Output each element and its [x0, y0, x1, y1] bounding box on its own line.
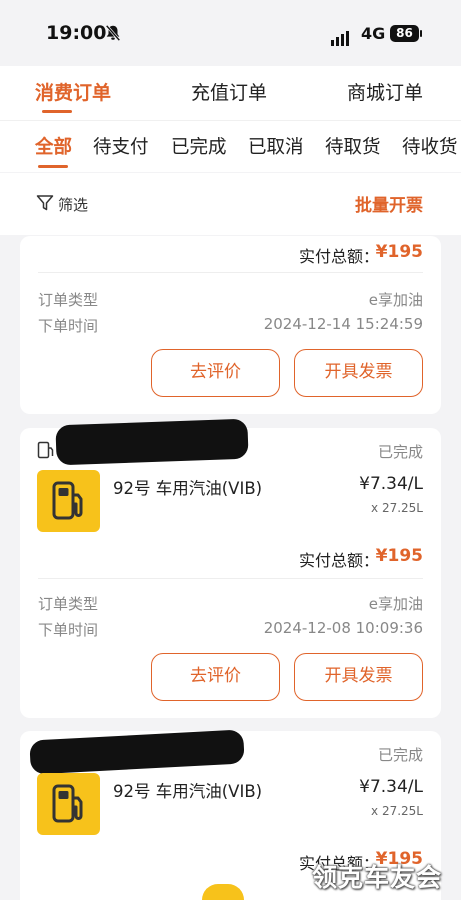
quantity: x 27.25L: [371, 804, 423, 818]
order-card[interactable]: 已完成 92号 车用汽油(VIB) ¥7.34/L x 27.25L 实付总额：…: [20, 418, 441, 718]
watermark: 领克车友会: [312, 863, 443, 892]
status-bar: 19:00 4G 86: [0, 0, 461, 66]
active-tab-indicator: [42, 110, 72, 113]
tab-cancelled[interactable]: 已取消: [248, 133, 304, 159]
fuel-thumbnail: [37, 470, 100, 532]
review-button[interactable]: 去评价: [151, 349, 280, 397]
invoice-button[interactable]: 开具发票: [294, 653, 423, 701]
signal-icon: [331, 27, 351, 46]
fuel-pump-icon: [52, 481, 83, 520]
order-time-label: 下单时间: [38, 317, 99, 335]
battery-icon: 86: [390, 25, 419, 42]
divider: [38, 272, 423, 273]
tab-completed[interactable]: 已完成: [171, 133, 227, 159]
order-type-value: e享加油: [368, 291, 423, 309]
total-label: 实付总额：: [298, 247, 379, 266]
total-label: 实付总额：: [298, 551, 379, 570]
total-amount: ¥195: [375, 242, 423, 262]
product-name: 92号 车用汽油(VIB): [113, 479, 263, 498]
filter-bar: 筛选 批量开票: [0, 173, 461, 235]
total-amount: ¥195: [375, 546, 423, 566]
order-status-tabs: 全部 待支付 已完成 已取消 待取货 待收货: [0, 120, 461, 172]
fuel-pump-icon: [52, 784, 83, 823]
quantity: x 27.25L: [371, 501, 423, 515]
battery-tip: [420, 30, 422, 37]
network-type: 4G: [361, 24, 386, 43]
active-status-indicator: [38, 165, 68, 168]
gas-station-icon: [37, 441, 54, 459]
floating-action-tab[interactable]: [202, 884, 244, 900]
order-type-label: 订单类型: [38, 595, 99, 613]
unit-price: ¥7.34/L: [359, 474, 423, 494]
review-button[interactable]: 去评价: [151, 653, 280, 701]
divider: [38, 578, 423, 579]
order-category-tabs: 消费订单 充值订单 商城订单: [0, 66, 461, 120]
order-status: 已完成: [377, 443, 423, 461]
tab-recharge-orders[interactable]: 充值订单: [191, 78, 267, 105]
order-card: 实付总额： ¥195 订单类型 e享加油 下单时间 2024-12-14 15:…: [20, 236, 441, 414]
tab-all[interactable]: 全部: [35, 133, 72, 159]
order-time-value: 2024-12-14 15:24:59: [263, 315, 423, 333]
order-type-value: e享加油: [368, 595, 423, 613]
batch-invoice-button[interactable]: 批量开票: [355, 191, 423, 216]
invoice-button[interactable]: 开具发票: [294, 349, 423, 397]
order-type-label: 订单类型: [38, 291, 99, 309]
tab-mall-orders[interactable]: 商城订单: [347, 78, 423, 105]
unit-price: ¥7.34/L: [359, 777, 423, 797]
tab-pending-pickup[interactable]: 待取货: [325, 133, 381, 159]
tab-pending-receipt[interactable]: 待收货: [402, 133, 458, 159]
bell-muted-icon: [105, 24, 121, 42]
product-name: 92号 车用汽油(VIB): [113, 782, 263, 801]
tab-pending-payment[interactable]: 待支付: [93, 133, 149, 159]
order-time-value: 2024-12-08 10:09:36: [263, 619, 423, 637]
filter-button[interactable]: 筛选: [58, 194, 88, 215]
redacted-store-name: [29, 729, 245, 775]
status-time: 19:00: [46, 22, 107, 44]
order-status: 已完成: [377, 746, 423, 764]
fuel-thumbnail: [37, 773, 100, 835]
order-time-label: 下单时间: [38, 621, 99, 639]
filter-icon[interactable]: [36, 194, 54, 212]
tab-consumption-orders[interactable]: 消费订单: [35, 78, 111, 105]
redacted-store-name: [55, 418, 249, 466]
